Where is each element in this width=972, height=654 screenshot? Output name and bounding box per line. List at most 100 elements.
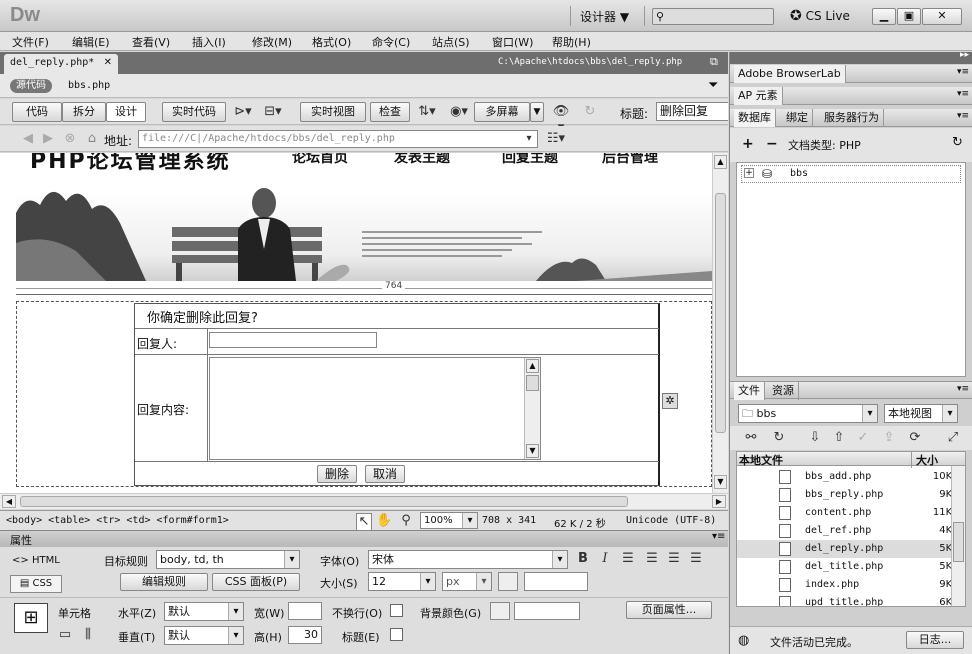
- horz-select[interactable]: 默认: [164, 602, 244, 621]
- list-item[interactable]: bbs_add.php 10KB: [737, 468, 965, 486]
- expand-panel-icon[interactable]: ⤢: [944, 430, 962, 446]
- menu-modify[interactable]: 修改(M): [252, 34, 292, 50]
- bg-color-swatch[interactable]: [490, 602, 510, 620]
- sync-icon[interactable]: ⟳: [906, 430, 924, 446]
- list-item-selected[interactable]: del_reply.php 5KB: [737, 540, 965, 558]
- menu-site[interactable]: 站点(S): [432, 34, 470, 50]
- source-code-badge[interactable]: 源代码: [10, 79, 52, 93]
- tag-selector[interactable]: <body> <table> <tr> <td> <form#form1>: [6, 515, 229, 526]
- expand-icon[interactable]: +: [744, 168, 754, 178]
- split-cells-icon[interactable]: ⫼: [80, 627, 96, 643]
- list-item[interactable]: del_ref.php 4KB: [737, 522, 965, 540]
- ap-elements-header[interactable]: AP 元素 ▾≡: [730, 87, 972, 105]
- align-left-icon[interactable]: ☰: [620, 551, 636, 567]
- panel-menu-icon[interactable]: ▾≡: [957, 111, 969, 121]
- nowrap-checkbox[interactable]: [390, 604, 403, 617]
- inspect-button[interactable]: 检查: [370, 102, 410, 122]
- list-item[interactable]: content.php 11KB: [737, 504, 965, 522]
- add-icon[interactable]: +: [742, 136, 754, 152]
- remove-icon[interactable]: −: [766, 136, 778, 152]
- menu-help[interactable]: 帮助(H): [552, 34, 591, 50]
- validate-icon[interactable]: ⊟▾: [260, 104, 286, 120]
- put-files-icon[interactable]: ⇧: [830, 430, 848, 446]
- header-checkbox[interactable]: [390, 628, 403, 641]
- panel-menu-icon[interactable]: ▾≡: [957, 89, 969, 99]
- align-center-icon[interactable]: ☰: [644, 551, 660, 567]
- font-select[interactable]: 宋体: [368, 550, 568, 569]
- db-tree-item[interactable]: + ⛁ bbs: [741, 165, 961, 183]
- pointer-icon[interactable]: ↖: [356, 513, 372, 531]
- live-code-button[interactable]: 实时代码: [162, 102, 226, 122]
- multiscreen-dropdown[interactable]: ▼: [530, 102, 544, 122]
- align-right-icon[interactable]: ☰: [666, 551, 682, 567]
- content-textarea[interactable]: ▲ ▼: [209, 357, 541, 460]
- panel-menu-icon[interactable]: ▾≡: [957, 67, 969, 77]
- help-search-input[interactable]: ⚲: [652, 8, 774, 25]
- bg-color-input[interactable]: [514, 602, 580, 620]
- css-panel-button[interactable]: CSS 面板(P): [212, 573, 300, 591]
- delete-button[interactable]: 删除: [317, 465, 357, 483]
- tab-ap-elements[interactable]: AP 元素: [734, 87, 783, 105]
- edit-rule-button[interactable]: 编辑规则: [120, 573, 208, 591]
- zoom-icon[interactable]: ⚲: [398, 513, 414, 529]
- log-button[interactable]: 日志...: [906, 631, 964, 649]
- cancel-button[interactable]: 取消: [365, 465, 405, 483]
- code-view-button[interactable]: 代码: [12, 102, 62, 122]
- align-justify-icon[interactable]: ☰: [688, 551, 704, 567]
- list-item[interactable]: index.php 9KB: [737, 576, 965, 594]
- replier-input[interactable]: [209, 332, 377, 348]
- address-input[interactable]: file:///C|/Apache/htdocs/bbs/del_reply.p…: [138, 130, 538, 148]
- design-canvas[interactable]: PHP论坛管理系统 论坛首页 发表主题 回复主题 后台管理 764 你确定删除此…: [0, 153, 728, 493]
- refresh-icon[interactable]: ↻: [582, 104, 598, 120]
- split-view-button[interactable]: 拆分: [62, 102, 106, 122]
- menu-edit[interactable]: 编辑(E): [72, 34, 110, 50]
- forward-icon[interactable]: ▶: [40, 131, 56, 147]
- file-list-scrollbar[interactable]: [951, 466, 965, 606]
- text-color-input[interactable]: [524, 572, 588, 591]
- menu-insert[interactable]: 插入(I): [192, 34, 226, 50]
- bold-icon[interactable]: B: [576, 551, 590, 567]
- live-view-button[interactable]: 实时视图: [300, 102, 366, 122]
- design-view-button[interactable]: 设计: [106, 102, 146, 122]
- maximize-button[interactable]: ▣: [897, 8, 921, 25]
- view-select[interactable]: 本地视图: [884, 404, 958, 423]
- textarea-scrollbar[interactable]: ▲ ▼: [524, 358, 540, 459]
- element-handle-icon[interactable]: ✲: [662, 393, 678, 409]
- tab-files[interactable]: 文件: [734, 382, 765, 400]
- check-out-icon[interactable]: ✓: [854, 430, 872, 446]
- canvas-vscrollbar[interactable]: ▲ ▼: [712, 153, 728, 493]
- width-input[interactable]: [288, 602, 322, 620]
- list-item[interactable]: bbs_reply.php 9KB: [737, 486, 965, 504]
- related-file-bbs[interactable]: bbs.php: [68, 80, 110, 91]
- col-local-files[interactable]: 本地文件: [739, 452, 783, 468]
- menu-window[interactable]: 窗口(W): [492, 34, 533, 50]
- menu-commands[interactable]: 命令(C): [372, 34, 410, 50]
- tab-assets[interactable]: 资源: [768, 382, 799, 400]
- target-rule-select[interactable]: body, td, th: [156, 550, 300, 569]
- tab-del-reply[interactable]: del_reply.php* ✕: [4, 54, 118, 74]
- get-files-icon[interactable]: ⇩: [806, 430, 824, 446]
- hand-icon[interactable]: ✋: [376, 513, 392, 529]
- tab-browserlab[interactable]: Adobe BrowserLab: [734, 65, 846, 83]
- size-unit-select[interactable]: px: [442, 572, 492, 591]
- tab-server-behaviors[interactable]: 服务器行为: [820, 109, 884, 127]
- menu-file[interactable]: 文件(F): [12, 34, 49, 50]
- address-dropdown-icon[interactable]: ▾: [522, 131, 536, 147]
- workspace-switcher[interactable]: 设计器 ▼: [580, 8, 629, 25]
- height-input[interactable]: 30: [288, 626, 322, 644]
- menu-view[interactable]: 查看(V): [132, 34, 170, 50]
- restore-icon[interactable]: ⧉: [710, 55, 718, 69]
- tab-database[interactable]: 数据库: [734, 109, 776, 127]
- minimize-button[interactable]: ▁: [872, 8, 896, 25]
- window-size[interactable]: 708 x 341: [482, 515, 536, 526]
- check-compat-icon[interactable]: ⊳▾: [232, 104, 254, 120]
- transfer-icon[interactable]: ⇅▾: [416, 104, 438, 120]
- panel-menu-icon[interactable]: ▾≡: [957, 384, 969, 394]
- cs-live-button[interactable]: ✪ CS Live: [790, 8, 850, 24]
- stop-icon[interactable]: ⊗: [62, 131, 78, 147]
- menu-format[interactable]: 格式(O): [312, 34, 351, 50]
- text-color-swatch[interactable]: [498, 572, 518, 591]
- refresh-icon[interactable]: ↻: [952, 135, 963, 150]
- check-in-icon[interactable]: ⇪: [880, 430, 898, 446]
- vert-select[interactable]: 默认: [164, 626, 244, 645]
